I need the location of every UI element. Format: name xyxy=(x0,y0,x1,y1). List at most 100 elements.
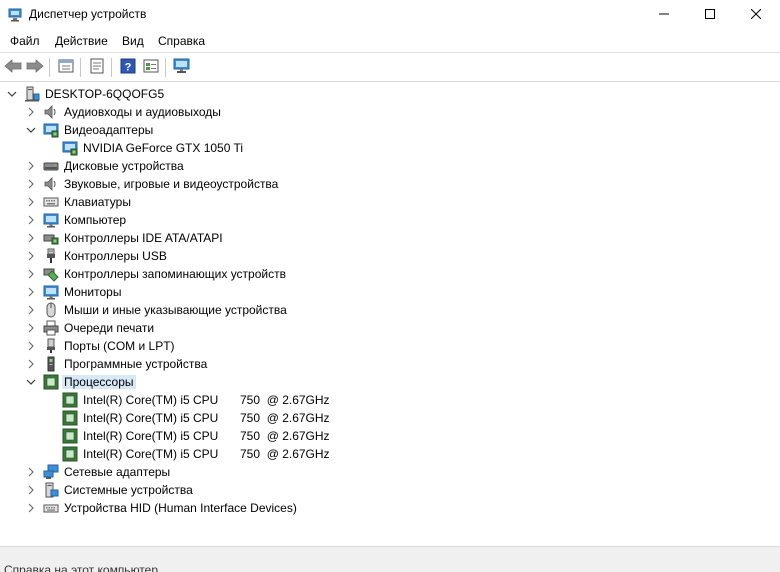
menu-action[interactable]: Действие xyxy=(54,34,109,48)
chevron-right-icon[interactable] xyxy=(25,304,37,316)
processor-icon xyxy=(62,410,78,426)
tree-item-label: Программные устройства xyxy=(64,357,208,371)
tree-category[interactable]: Сетевые адаптеры xyxy=(0,463,780,481)
keyboard-icon xyxy=(43,194,59,210)
tree-device[interactable]: Intel(R) Core(TM) i5 CPU 750 @ 2.67GHz xyxy=(0,427,780,445)
tree-item-label: Порты (COM и LPT) xyxy=(64,339,175,353)
title-bar[interactable]: Диспетчер устройств xyxy=(0,0,780,30)
tree-item-label: Сетевые адаптеры xyxy=(64,465,171,479)
chevron-right-icon[interactable] xyxy=(25,286,37,298)
minimize-button[interactable] xyxy=(641,0,687,30)
tree-device[interactable]: NVIDIA GeForce GTX 1050 Ti xyxy=(0,139,780,157)
chevron-right-icon[interactable] xyxy=(25,322,37,334)
printer-icon xyxy=(43,320,59,336)
tree-category[interactable]: Контроллеры IDE ATA/ATAPI xyxy=(0,229,780,247)
forward-button[interactable] xyxy=(25,57,45,77)
tree-category[interactable]: Мыши и иные указывающие устройства xyxy=(0,301,780,319)
view-button[interactable] xyxy=(141,57,161,77)
menu-file[interactable]: Файл xyxy=(9,34,41,48)
toolbar: ? xyxy=(0,52,780,82)
chevron-right-icon[interactable] xyxy=(25,358,37,370)
network-adapter-icon xyxy=(43,464,59,480)
chevron-right-icon[interactable] xyxy=(25,178,37,190)
menu-help[interactable]: Справка xyxy=(157,34,206,48)
chevron-right-icon[interactable] xyxy=(25,232,37,244)
tree-category[interactable]: Системные устройства xyxy=(0,481,780,499)
computer-icon xyxy=(24,86,40,102)
update-driver-button[interactable] xyxy=(87,57,107,77)
tree-category[interactable]: Процессоры xyxy=(0,373,780,391)
tree-item-label: Процессоры xyxy=(62,375,136,389)
status-bar: Справка на этот компьютер xyxy=(0,546,780,572)
chevron-right-icon[interactable] xyxy=(25,106,37,118)
maximize-icon xyxy=(705,8,715,22)
chevron-right-icon[interactable] xyxy=(25,160,37,172)
tree-category[interactable]: Мониторы xyxy=(0,283,780,301)
system-device-icon xyxy=(43,482,59,498)
status-text: Справка на этот компьютер xyxy=(4,563,159,572)
chevron-right-icon[interactable] xyxy=(25,484,37,496)
properties-icon xyxy=(58,58,74,77)
tree-category[interactable]: Контроллеры запоминающих устройств xyxy=(0,265,780,283)
back-button[interactable] xyxy=(3,57,23,77)
tree-category[interactable]: Компьютер xyxy=(0,211,780,229)
help-button[interactable]: ? xyxy=(118,57,138,77)
update-driver-icon xyxy=(89,58,105,77)
chevron-down-icon[interactable] xyxy=(6,88,18,100)
svg-text:?: ? xyxy=(125,61,132,73)
tree-item-label: Устройства HID (Human Interface Devices) xyxy=(64,501,297,515)
tree-category[interactable]: Клавиатуры xyxy=(0,193,780,211)
tree-item-label: Контроллеры запоминающих устройств xyxy=(64,267,286,281)
tree-item-label: Компьютер xyxy=(64,213,127,227)
tree-category[interactable]: Звуковые, игровые и видеоустройства xyxy=(0,175,780,193)
chevron-right-icon[interactable] xyxy=(25,250,37,262)
tree-item-label: Intel(R) Core(TM) i5 CPU xyxy=(83,447,219,461)
tree-root[interactable]: DESKTOP-6QQOFG5 xyxy=(0,85,780,103)
maximize-button[interactable] xyxy=(687,0,733,30)
tree-device[interactable]: Intel(R) Core(TM) i5 CPU 750 @ 2.67GHz xyxy=(0,409,780,427)
tree-item-label: 750 @ 2.67GHz xyxy=(240,411,330,425)
tree-category[interactable]: Программные устройства xyxy=(0,355,780,373)
scan-hardware-button[interactable] xyxy=(172,57,192,77)
tree-category[interactable]: Порты (COM и LPT) xyxy=(0,337,780,355)
tree-item-label: Мыши и иные указывающие устройства xyxy=(64,303,287,317)
tree-item-label: Аудиовходы и аудиовыходы xyxy=(64,105,221,119)
display-adapter-icon xyxy=(62,140,78,156)
tree-category[interactable]: Аудиовходы и аудиовыходы xyxy=(0,103,780,121)
tree-category[interactable]: Контроллеры USB xyxy=(0,247,780,265)
tree-item-label: Дисковые устройства xyxy=(64,159,184,173)
tree-item-label: Системные устройства xyxy=(64,483,193,497)
tree-category[interactable]: Видеоадаптеры xyxy=(0,121,780,139)
menu-bar: Файл Действие Вид Справка xyxy=(0,30,780,52)
close-button[interactable] xyxy=(733,0,779,30)
tree-category[interactable]: Дисковые устройства xyxy=(0,157,780,175)
tree-item-label: 750 @ 2.67GHz xyxy=(240,447,330,461)
tree-device[interactable]: Intel(R) Core(TM) i5 CPU 750 @ 2.67GHz xyxy=(0,391,780,409)
device-tree[interactable]: DESKTOP-6QQOFG5 Аудиовходы и аудиовыходы В… xyxy=(0,82,780,546)
chevron-down-icon[interactable] xyxy=(25,124,37,136)
disk-drive-icon xyxy=(43,158,59,174)
chevron-right-icon[interactable] xyxy=(25,502,37,514)
chevron-right-icon[interactable] xyxy=(25,268,37,280)
hid-icon xyxy=(43,500,59,516)
software-device-icon xyxy=(43,356,59,372)
processor-icon xyxy=(62,392,78,408)
chevron-down-icon[interactable] xyxy=(25,376,37,388)
chevron-right-icon[interactable] xyxy=(25,214,37,226)
chevron-right-icon[interactable] xyxy=(25,466,37,478)
ide-controller-icon xyxy=(43,230,59,246)
help-icon: ? xyxy=(120,58,136,77)
mouse-icon xyxy=(43,302,59,318)
tree-item-label: Контроллеры USB xyxy=(64,249,167,263)
tree-category[interactable]: Устройства HID (Human Interface Devices) xyxy=(0,499,780,517)
tree-item-label: Intel(R) Core(TM) i5 CPU xyxy=(83,411,219,425)
chevron-right-icon[interactable] xyxy=(25,196,37,208)
properties-button[interactable] xyxy=(56,57,76,77)
display-adapter-icon xyxy=(43,122,59,138)
speaker-icon xyxy=(43,176,59,192)
menu-view[interactable]: Вид xyxy=(121,34,145,48)
tree-item-label: DESKTOP-6QQOFG5 xyxy=(45,87,165,101)
tree-category[interactable]: Очереди печати xyxy=(0,319,780,337)
tree-device[interactable]: Intel(R) Core(TM) i5 CPU 750 @ 2.67GHz xyxy=(0,445,780,463)
chevron-right-icon[interactable] xyxy=(25,340,37,352)
